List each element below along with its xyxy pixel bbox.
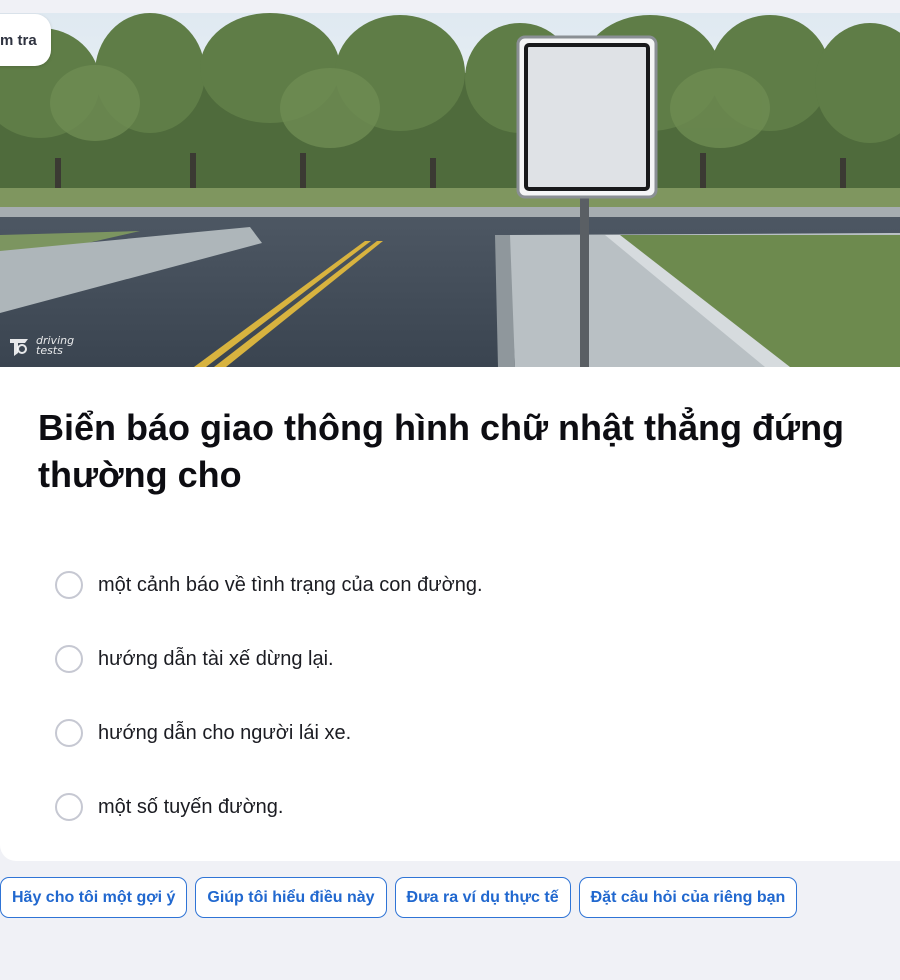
answer-option-label: hướng dẫn cho người lái xe. (98, 721, 352, 744)
answer-options: một cảnh báo về tình trạng của con đường… (55, 548, 855, 844)
radio-button[interactable] (55, 719, 83, 747)
question-card: m tra driving tests Biển báo giao thông … (0, 13, 900, 861)
watermark-line-2: tests (36, 344, 63, 357)
radio-button[interactable] (55, 571, 83, 599)
answer-option[interactable]: hướng dẫn cho người lái xe. (55, 696, 855, 770)
radio-button[interactable] (55, 793, 83, 821)
hint-chip[interactable]: Hãy cho tôi một gợi ý (0, 877, 188, 918)
exam-badge-label: m tra (0, 31, 37, 49)
ask-own-question-chip[interactable]: Đặt câu hỏi của riêng bạn (578, 877, 798, 918)
exam-badge: m tra (0, 14, 51, 66)
question-image (0, 13, 900, 367)
driving-tests-watermark: driving tests (8, 335, 74, 357)
ai-help-chips: Hãy cho tôi một gợi ý Giúp tôi hiểu điều… (0, 877, 798, 918)
question-text: Biển báo giao thông hình chữ nhật thẳng … (38, 407, 845, 495)
real-example-chip[interactable]: Đưa ra ví dụ thực tế (394, 877, 571, 918)
driving-tests-logo-icon (10, 339, 28, 356)
answer-option[interactable]: hướng dẫn tài xế dừng lại. (55, 622, 855, 696)
answer-option[interactable]: một cảnh báo về tình trạng của con đường… (55, 548, 855, 622)
answer-option-label: một số tuyến đường. (98, 795, 284, 818)
radio-button[interactable] (55, 645, 83, 673)
answer-option[interactable]: một số tuyến đường. (55, 770, 855, 844)
answer-option-label: một cảnh báo về tình trạng của con đường… (98, 573, 483, 596)
explain-chip[interactable]: Giúp tôi hiểu điều này (195, 877, 387, 918)
answer-option-label: hướng dẫn tài xế dừng lại. (98, 647, 334, 670)
